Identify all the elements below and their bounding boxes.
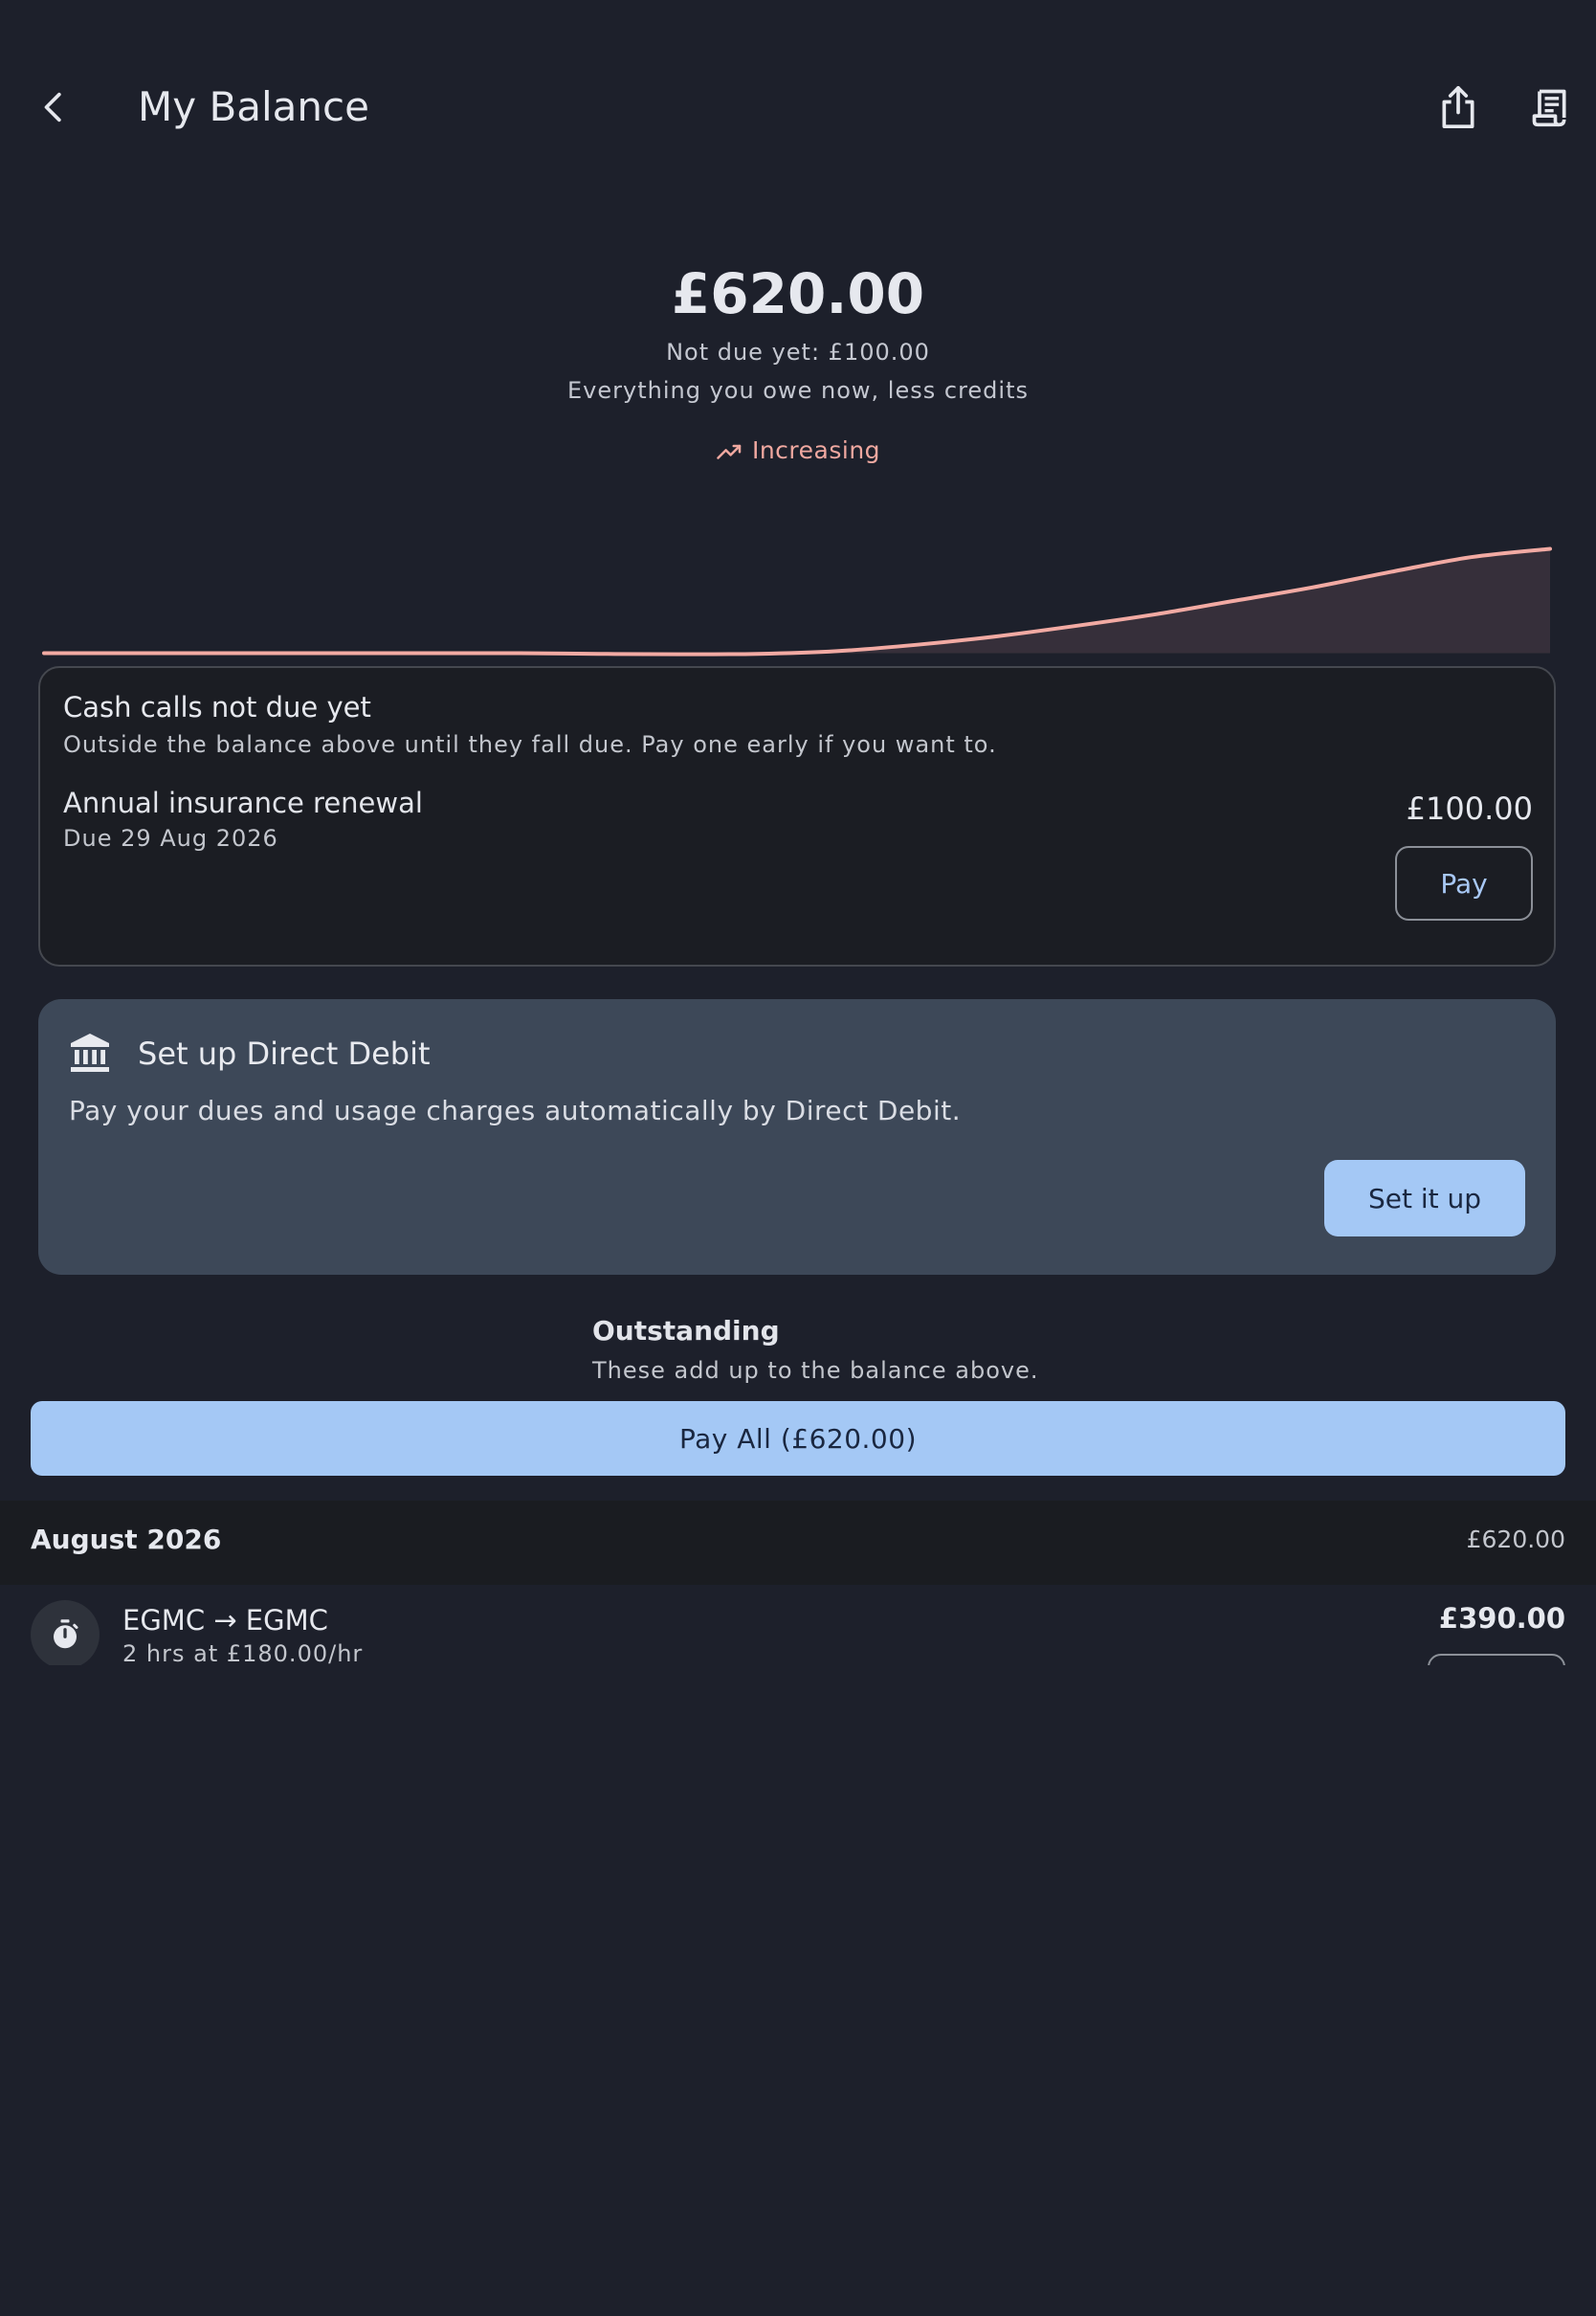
transaction-avatar <box>31 1600 100 1665</box>
share-button[interactable] <box>1426 75 1491 140</box>
transaction-title: EGMC → EGMC <box>122 1604 328 1637</box>
transaction-pay-button[interactable] <box>1428 1654 1565 1665</box>
bank-icon <box>71 1034 109 1072</box>
balance-amount: £620.00 <box>671 261 925 326</box>
set-it-up-button[interactable]: Set it up <box>1324 1160 1525 1236</box>
cash-call-item-due: Due 29 Aug 2026 <box>63 825 278 852</box>
direct-debit-card: Set up Direct Debit Pay your dues and us… <box>38 999 1556 1275</box>
back-button[interactable] <box>21 75 86 140</box>
cash-calls-description: Outside the balance above until they fal… <box>63 731 997 758</box>
trend-label: Increasing <box>751 436 881 464</box>
month-label: August 2026 <box>31 1524 222 1555</box>
cash-calls-title: Cash calls not due yet <box>63 691 371 724</box>
statement-button[interactable] <box>1518 75 1583 140</box>
share-icon <box>1442 86 1474 129</box>
pay-early-button[interactable]: Pay <box>1395 846 1533 921</box>
transaction-subtitle: 2 hrs at £180.00/hr <box>122 1640 364 1665</box>
cash-calls-card: Cash calls not due yet Outside the balan… <box>38 666 1556 967</box>
balance-description: Everything you owe now, less credits <box>567 377 1029 404</box>
page-title: My Balance <box>138 83 369 130</box>
pay-all-button[interactable]: Pay All (£620.00) <box>31 1401 1565 1476</box>
trending-up-icon <box>717 444 742 459</box>
outstanding-title: Outstanding <box>592 1315 780 1347</box>
cash-call-item-title: Annual insurance renewal <box>63 787 423 819</box>
month-header: August 2026 £620.00 <box>0 1501 1596 1585</box>
outstanding-description: These add up to the balance above. <box>592 1357 1039 1384</box>
transaction-row[interactable]: EGMC → EGMC 2 hrs at £180.00/hr £390.00 <box>0 1585 1596 1665</box>
chart-area-fill <box>44 548 1550 655</box>
trend-indicator: Increasing <box>0 436 1596 464</box>
chevron-left-icon <box>44 92 61 122</box>
timer-icon <box>54 1619 78 1649</box>
month-total: £620.00 <box>1466 1525 1565 1553</box>
cash-call-item-amount: £100.00 <box>1406 791 1533 827</box>
balance-trend-chart <box>42 546 1552 657</box>
transaction-amount: £390.00 <box>1438 1602 1565 1635</box>
not-due-text: Not due yet: £100.00 <box>666 339 930 366</box>
receipt-icon <box>1532 89 1566 127</box>
direct-debit-title: Set up Direct Debit <box>138 1036 431 1072</box>
direct-debit-description: Pay your dues and usage charges automati… <box>69 1095 962 1126</box>
